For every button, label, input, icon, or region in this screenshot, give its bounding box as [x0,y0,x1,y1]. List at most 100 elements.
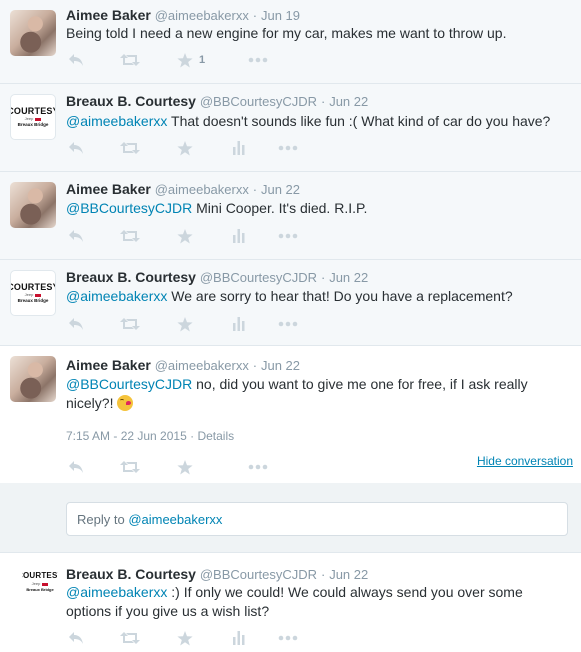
tweet-header: Breaux B. Courtesy @BBCourtesyCJDR · Jun… [66,92,368,111]
separator: · [252,358,258,373]
avatar[interactable]: COURTESY Jeep Breaux Bridge [10,94,56,140]
more-dots-icon[interactable] [248,459,268,475]
timestamp-text[interactable]: 7:15 AM - 22 Jun 2015 [66,429,187,443]
tweet-date[interactable]: Jun 22 [261,182,300,197]
more-dots-icon[interactable] [278,228,298,244]
retweet-icon[interactable] [120,630,140,646]
tweet-header: Aimee Baker @aimeebakerxx · Jun 22 [66,356,300,375]
avatar[interactable] [10,10,56,56]
reply-icon[interactable] [68,459,84,475]
more-dots-icon[interactable] [278,140,298,156]
separator: · [320,567,326,582]
reply-icon[interactable] [68,316,84,332]
tweet-date[interactable]: Jun 22 [329,94,368,109]
author-name[interactable]: Aimee Baker [66,181,151,197]
mention-link[interactable]: @BBCourtesyCJDR [66,200,192,216]
tweet-body: Being told I need a new engine for my ca… [66,25,507,41]
author-handle[interactable]: @aimeebakerxx [155,358,249,373]
author-handle[interactable]: @aimeebakerxx [155,8,249,23]
tweet-4[interactable]: COURTESY Jeep Breaux Bridge Breaux B. Co… [0,260,581,346]
tweet-date[interactable]: Jun 22 [261,358,300,373]
tweet-header: Breaux B. Courtesy @BBCourtesyCJDR · Jun… [66,268,368,287]
author-name[interactable]: Aimee Baker [66,7,151,23]
logo-subtext: Breaux Bridge [26,587,54,592]
reply-mention: @aimeebakerxx [128,512,223,527]
tweet-3[interactable]: Aimee Baker @aimeebakerxx · Jun 22 @BBCo… [0,172,581,260]
author-name[interactable]: Breaux B. Courtesy [66,93,196,109]
logo-subtext: Breaux Bridge [17,122,49,127]
tweet-text: @BBCourtesyCJDR no, did you want to give… [66,375,546,413]
reply-input[interactable]: Reply to @aimeebakerxx [66,502,568,536]
tweet-date[interactable]: Jun 22 [329,270,368,285]
author-name[interactable]: Aimee Baker [66,357,151,373]
more-dots-icon[interactable] [278,630,298,646]
tweet-body: We are sorry to hear that! Do you have a… [167,288,513,304]
avatar[interactable] [10,182,56,228]
more-dots-icon[interactable] [278,316,298,332]
tweet-text: @aimeebakerxx :) If only we could! We co… [66,583,536,621]
author-name[interactable]: Breaux B. Courtesy [66,566,196,582]
details-link[interactable]: Details [197,429,234,443]
tweet-header: Aimee Baker @aimeebakerxx · Jun 19 [66,6,300,25]
tweet-2[interactable]: COURTESY Jeep Breaux Bridge Breaux B. Co… [0,84,581,172]
author-handle[interactable]: @aimeebakerxx [155,182,249,197]
analytics-icon[interactable] [233,630,245,646]
logo-text: COURTESY [11,282,55,292]
tweet-date[interactable]: Jun 19 [261,8,300,23]
mention-link[interactable]: @aimeebakerxx [66,113,167,129]
reply-icon[interactable] [68,52,84,68]
favorite-star-icon[interactable] [177,316,193,332]
mention-link[interactable]: @aimeebakerxx [66,288,167,304]
analytics-icon[interactable] [233,316,245,332]
reply-icon[interactable] [68,630,84,646]
separator: · [320,94,326,109]
reply-icon[interactable] [68,228,84,244]
separator: · [320,270,326,285]
tweet-body: Mini Cooper. It's died. R.I.P. [192,200,368,216]
separator: · [252,182,258,197]
tweet-body: That doesn't sounds like fun :( What kin… [167,113,551,129]
retweet-icon[interactable] [120,52,140,68]
tweet-5-expanded[interactable]: Aimee Baker @aimeebakerxx · Jun 22 @BBCo… [0,346,581,483]
retweet-icon[interactable] [120,459,140,475]
tweet-header: Breaux B. Courtesy @BBCourtesyCJDR · Jun… [66,565,368,584]
retweet-icon[interactable] [120,228,140,244]
mention-link[interactable]: @aimeebakerxx [66,584,167,600]
favorite-star-icon[interactable] [177,140,193,156]
reply-icon[interactable] [68,140,84,156]
logo-text: COURTESY [11,106,55,116]
kiss-wink-emoji-icon [117,395,134,411]
tweet-text: @aimeebakerxx We are sorry to hear that!… [66,287,566,306]
tweet-header: Aimee Baker @aimeebakerxx · Jun 22 [66,180,300,199]
separator: · [190,429,195,443]
tweet-1[interactable]: Aimee Baker @aimeebakerxx · Jun 19 Being… [0,0,581,84]
author-name[interactable]: Breaux B. Courtesy [66,269,196,285]
favorite-star-icon[interactable] [177,459,193,475]
more-dots-icon[interactable] [248,52,268,68]
tweet-text: @BBCourtesyCJDR Mini Cooper. It's died. … [66,199,566,218]
tweet-date[interactable]: Jun 22 [329,567,368,582]
tweet-6[interactable]: COURTESY Jeep Breaux Bridge Breaux B. Co… [0,553,581,652]
analytics-icon[interactable] [233,140,245,156]
avatar[interactable]: COURTESY Jeep Breaux Bridge [10,270,56,316]
favorite-count: 1 [199,54,206,66]
avatar[interactable] [10,356,56,402]
favorite-star-icon[interactable]: 1 [177,52,205,68]
retweet-icon[interactable] [120,140,140,156]
reply-area: Reply to @aimeebakerxx [0,483,581,553]
tweet-timestamp: 7:15 AM - 22 Jun 2015 · Details [66,429,234,443]
favorite-star-icon[interactable] [177,630,193,646]
analytics-icon[interactable] [233,228,245,244]
avatar[interactable]: COURTESY Jeep Breaux Bridge [22,564,58,600]
logo-text: COURTESY [22,571,58,580]
tweet-text: @aimeebakerxx That doesn't sounds like f… [66,112,566,131]
author-handle[interactable]: @BBCourtesyCJDR [200,567,317,582]
separator: · [252,8,258,23]
author-handle[interactable]: @BBCourtesyCJDR [200,270,317,285]
logo-subtext: Breaux Bridge [17,298,49,303]
author-handle[interactable]: @BBCourtesyCJDR [200,94,317,109]
retweet-icon[interactable] [120,316,140,332]
favorite-star-icon[interactable] [177,228,193,244]
hide-conversation-link[interactable]: Hide conversation [477,454,573,468]
mention-link[interactable]: @BBCourtesyCJDR [66,376,192,392]
